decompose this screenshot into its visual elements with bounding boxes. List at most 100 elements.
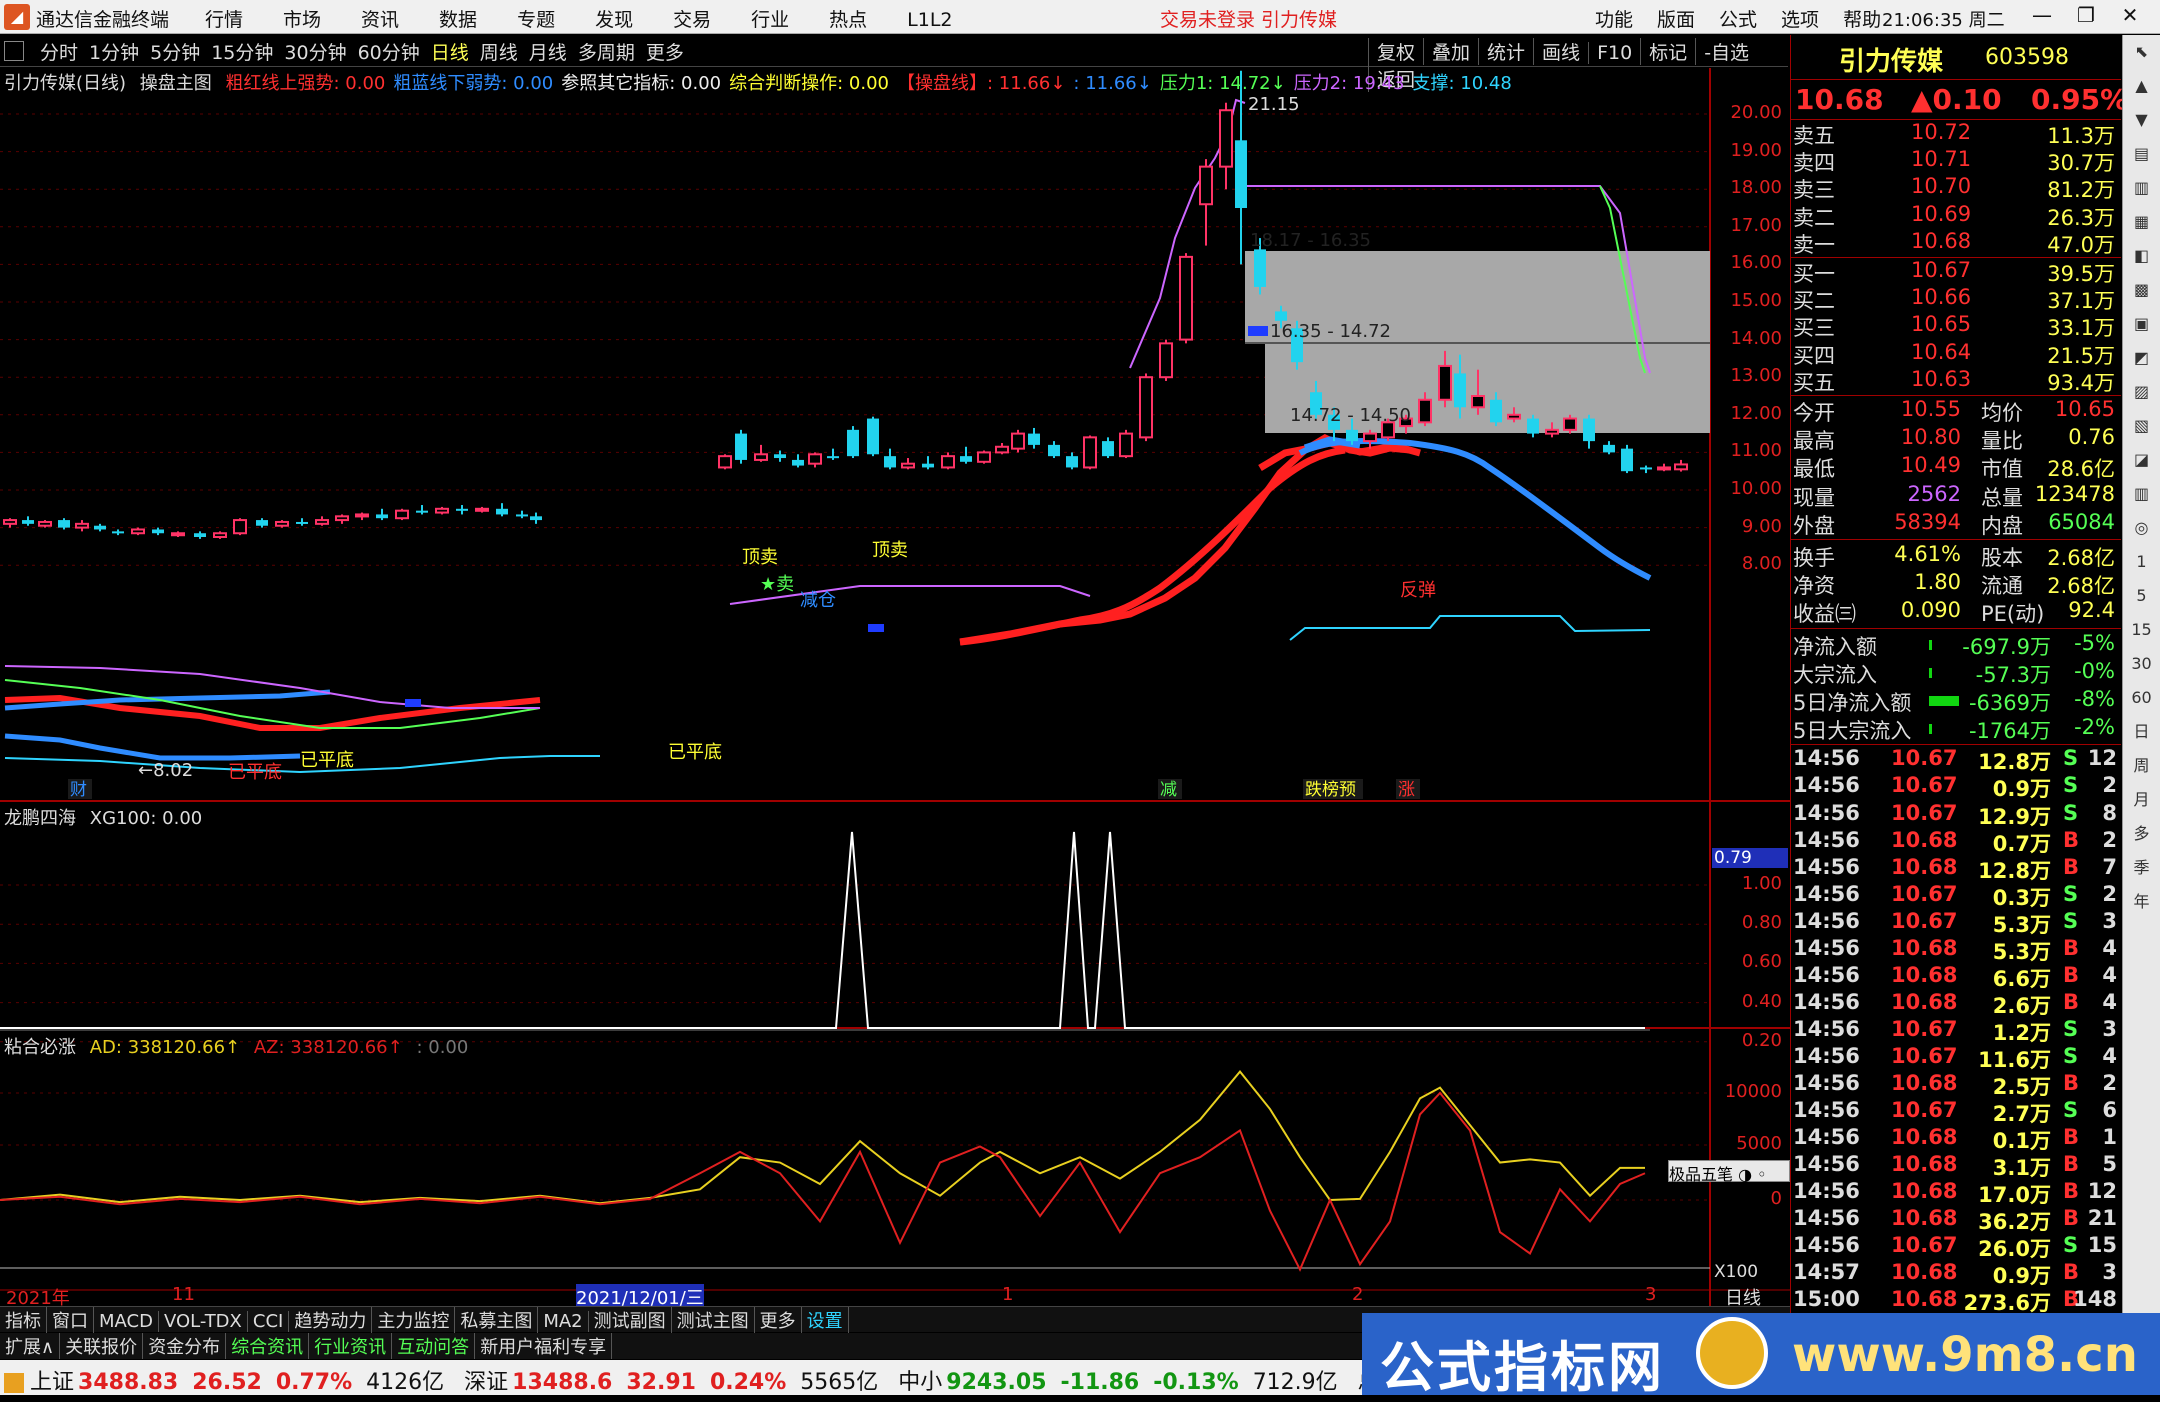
sidebar-tool-icon[interactable]: ▥ xyxy=(2123,477,2160,511)
tick-count: 148 xyxy=(2073,1287,2117,1312)
ime-popup[interactable]: 极品五笔 ◑ ◦ xyxy=(1668,1160,1790,1184)
tool-button[interactable]: 标记 xyxy=(1640,38,1695,65)
sidebar-tool-icon[interactable]: ▼ xyxy=(2123,103,2160,137)
period-tab[interactable]: 1分钟 xyxy=(89,42,139,64)
period-tab[interactable]: 5分钟 xyxy=(150,42,200,64)
sidebar-tool-icon[interactable]: ▤ xyxy=(2123,137,2160,171)
sidebar-period[interactable]: 年 xyxy=(2123,885,2160,919)
extension-tab[interactable]: 资金分布 xyxy=(143,1333,227,1359)
panel2-name[interactable]: 龙鹏四海 xyxy=(4,808,76,829)
indicator-tab[interactable]: MACD xyxy=(94,1311,159,1332)
period-tab[interactable]: 日线 xyxy=(431,42,469,64)
indicator-tab[interactable]: CCI xyxy=(248,1311,290,1332)
period-tab[interactable]: 60分钟 xyxy=(358,42,420,64)
extension-tab[interactable]: 互动问答 xyxy=(392,1333,476,1359)
menu-item[interactable]: 资讯 xyxy=(361,9,399,31)
menu-item[interactable]: 发现 xyxy=(595,9,633,31)
indicator-tab[interactable]: 测试副图 xyxy=(589,1307,672,1333)
period-tab[interactable]: 周线 xyxy=(480,42,518,64)
ask-row[interactable]: 卖三 10.70 81.2万 xyxy=(1791,174,2121,202)
close-icon[interactable]: ✕ xyxy=(2108,3,2152,27)
sidebar-period[interactable]: 季 xyxy=(2123,851,2160,885)
bid-row[interactable]: 买三 10.65 33.1万 xyxy=(1791,312,2121,340)
bid-row[interactable]: 买五 10.63 93.4万 xyxy=(1791,367,2121,395)
period-tab[interactable]: 15分钟 xyxy=(211,42,273,64)
tool-button[interactable]: 叠加 xyxy=(1423,38,1478,65)
indicator-tab[interactable]: VOL-TDX xyxy=(159,1311,248,1332)
extension-tab[interactable]: 行业资讯 xyxy=(309,1333,393,1359)
tool-button[interactable]: F10 xyxy=(1588,42,1640,64)
right-menu-item[interactable]: 版面 xyxy=(1657,9,1695,31)
right-menu-item[interactable]: 功能 xyxy=(1595,9,1633,31)
sidebar-tool-icon[interactable]: ▥ xyxy=(2123,171,2160,205)
sidebar-tool-icon[interactable]: ▧ xyxy=(2123,409,2160,443)
candle-body xyxy=(1179,255,1193,341)
menu-item[interactable]: 交易 xyxy=(673,9,711,31)
sidebar-period[interactable]: 5 xyxy=(2123,579,2160,613)
sidebar-period[interactable]: 周 xyxy=(2123,749,2160,783)
sidebar-tool-icon[interactable]: ▩ xyxy=(2123,273,2160,307)
maximize-icon[interactable]: ❐ xyxy=(2064,3,2108,27)
right-menu-item[interactable]: 帮助 xyxy=(1843,9,1881,31)
sidebar-period[interactable]: 15 xyxy=(2123,613,2160,647)
flow-row: 大宗流入 -57.3万 -0% xyxy=(1791,659,2121,687)
period-tab[interactable]: 30分钟 xyxy=(284,42,346,64)
sidebar-tool-icon[interactable]: ⬉ xyxy=(2123,35,2160,69)
period-tab[interactable]: 多周期 xyxy=(578,42,635,64)
sidebar-tool-icon[interactable]: ▣ xyxy=(2123,307,2160,341)
ask-row[interactable]: 卖四 10.71 30.7万 xyxy=(1791,147,2121,175)
sidebar-tool-icon[interactable]: ◎ xyxy=(2123,511,2160,545)
sidebar-period[interactable]: 1 xyxy=(2123,545,2160,579)
menu-item[interactable]: 专题 xyxy=(517,9,555,31)
sidebar-tool-icon[interactable]: ▲ xyxy=(2123,69,2160,103)
menu-item[interactable]: 数据 xyxy=(439,9,477,31)
indicator-tab[interactable]: 测试主图 xyxy=(672,1307,755,1333)
sidebar-period[interactable]: 日 xyxy=(2123,715,2160,749)
period-tab[interactable]: 更多 xyxy=(646,42,684,64)
indicator-tab[interactable]: 窗口 xyxy=(47,1307,94,1333)
menu-item[interactable]: 市场 xyxy=(283,9,321,31)
right-menu-item[interactable]: 选项 xyxy=(1781,9,1819,31)
period-tab[interactable]: 分时 xyxy=(40,42,78,64)
minimize-icon[interactable]: — xyxy=(2020,3,2064,27)
right-menu-item[interactable]: 公式 xyxy=(1719,9,1757,31)
sidebar-period[interactable]: 多 xyxy=(2123,817,2160,851)
tool-button[interactable]: 复权 xyxy=(1368,38,1423,65)
sidebar-tool-icon[interactable]: ◪ xyxy=(2123,443,2160,477)
tool-button[interactable]: -自选 xyxy=(1695,38,1757,65)
ask-row[interactable]: 卖一 10.68 47.0万 xyxy=(1791,229,2121,257)
extension-tab[interactable]: 新用户福利专享 xyxy=(475,1333,613,1359)
chart-area[interactable]: 21.15 18.17 - 16.35 16.35 - 14.72 14.72 - 1… xyxy=(0,68,1790,1306)
menu-item[interactable]: 热点 xyxy=(829,9,867,31)
sidebar-period[interactable]: 30 xyxy=(2123,647,2160,681)
menu-item[interactable]: L1L2 xyxy=(907,9,952,31)
tool-button[interactable]: 画线 xyxy=(1533,38,1588,65)
bid-row[interactable]: 买一 10.67 39.5万 xyxy=(1791,258,2121,286)
indicator-tab[interactable]: 设置 xyxy=(802,1307,849,1333)
menu-item[interactable]: 行情 xyxy=(205,9,243,31)
indicator-tab[interactable]: MA2 xyxy=(538,1311,589,1332)
panel-menu-icon[interactable] xyxy=(4,41,24,61)
indicator-tab[interactable]: 趋势动力 xyxy=(289,1307,373,1333)
indicator-tab[interactable]: 指标 xyxy=(0,1307,47,1333)
sidebar-period[interactable]: 月 xyxy=(2123,783,2160,817)
indicator-tab[interactable]: 私募主图 xyxy=(455,1307,539,1333)
sidebar-tool-icon[interactable]: ◩ xyxy=(2123,341,2160,375)
sidebar-tool-icon[interactable]: ▨ xyxy=(2123,375,2160,409)
extension-tab[interactable]: 关联报价 xyxy=(60,1333,144,1359)
menu-item[interactable]: 行业 xyxy=(751,9,789,31)
sidebar-tool-icon[interactable]: ◧ xyxy=(2123,239,2160,273)
extension-tab[interactable]: 综合资讯 xyxy=(226,1333,310,1359)
tool-button[interactable]: 统计 xyxy=(1478,38,1533,65)
sidebar-period[interactable]: 60 xyxy=(2123,681,2160,715)
indicator-tab[interactable]: 主力监控 xyxy=(372,1307,456,1333)
bid-row[interactable]: 买四 10.64 21.5万 xyxy=(1791,340,2121,368)
period-tab[interactable]: 月线 xyxy=(529,42,567,64)
sidebar-tool-icon[interactable]: ▦ xyxy=(2123,205,2160,239)
ask-row[interactable]: 卖五 10.72 11.3万 xyxy=(1791,120,2121,148)
indicator-tab[interactable]: 更多 xyxy=(755,1307,802,1333)
extension-tab[interactable]: 扩展∧ xyxy=(0,1333,61,1359)
bid-row[interactable]: 买二 10.66 37.1万 xyxy=(1791,285,2121,313)
panel3-name[interactable]: 粘合必涨 xyxy=(4,1037,76,1058)
ask-row[interactable]: 卖二 10.69 26.3万 xyxy=(1791,202,2121,230)
